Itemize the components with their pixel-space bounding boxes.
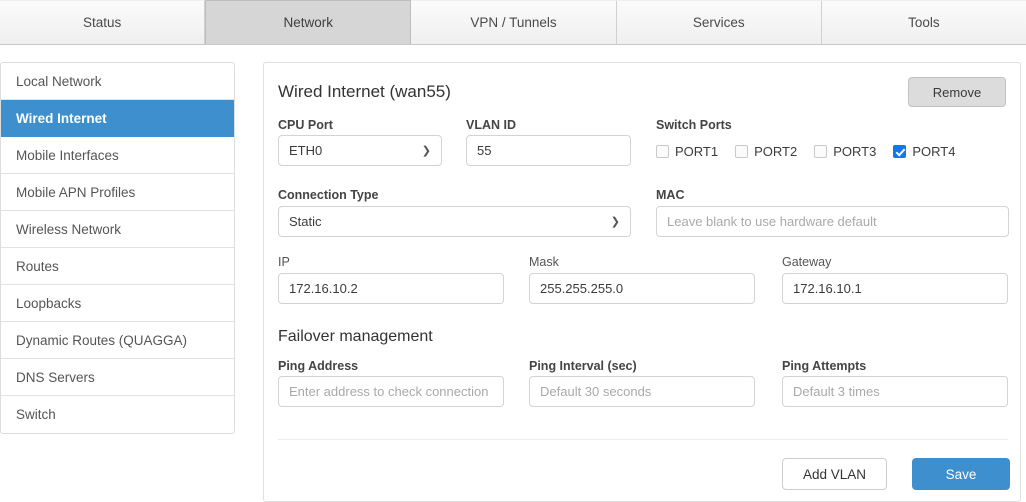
sidebar-item-wired-internet[interactable]: Wired Internet (1, 100, 234, 137)
connection-type-select-wrap: Static ❯ (278, 206, 631, 237)
switch-port-label: PORT4 (912, 144, 956, 159)
tab-status-label: Status (82, 15, 122, 30)
remove-button[interactable]: Remove (908, 77, 1006, 107)
ping-address-input[interactable] (278, 376, 504, 407)
tab-services-label: Services (692, 15, 745, 30)
tab-status[interactable]: Status (0, 0, 206, 44)
mac-label: MAC (656, 188, 685, 202)
tab-services[interactable]: Services (616, 0, 822, 44)
sidebar-item-loopbacks[interactable]: Loopbacks (1, 285, 234, 322)
sidebar-item-dynamic-routes-quagga[interactable]: Dynamic Routes (QUAGGA) (1, 322, 234, 359)
footer-divider (278, 439, 1008, 440)
sidebar-item-mobile-apn-profiles[interactable]: Mobile APN Profiles (1, 174, 234, 211)
wired-internet-panel: Wired Internet (wan55) Remove CPU Port E… (263, 62, 1021, 502)
vlan-id-label: VLAN ID (466, 118, 516, 132)
ip-label: IP (278, 255, 290, 269)
ping-interval-label: Ping Interval (sec) (529, 359, 637, 373)
cpu-port-select[interactable]: ETH0 (278, 135, 442, 166)
sidebar-item-label: Switch (16, 407, 56, 422)
tab-vpn-tunnels[interactable]: VPN / Tunnels (411, 0, 617, 44)
tab-vpn-tunnels-label: VPN / Tunnels (470, 15, 557, 30)
sidebar-item-mobile-interfaces[interactable]: Mobile Interfaces (1, 137, 234, 174)
switch-port-port3[interactable]: PORT3 (814, 144, 876, 159)
tab-tools[interactable]: Tools (821, 0, 1026, 44)
switch-port-label: PORT1 (675, 144, 719, 159)
ip-input[interactable] (278, 273, 504, 304)
sidebar-item-label: Mobile Interfaces (16, 147, 119, 163)
main-tab-bar: Status Network VPN / Tunnels Services To… (0, 0, 1026, 45)
cpu-port-label: CPU Port (278, 118, 333, 132)
switch-ports-label: Switch Ports (656, 118, 732, 132)
sidebar-item-label: DNS Servers (16, 369, 95, 385)
mac-input[interactable] (656, 206, 1009, 237)
switch-ports-group: PORT1 PORT2 PORT3 PORT4 (656, 144, 955, 159)
checkbox-port1[interactable] (656, 145, 669, 158)
sidebar-item-label: Local Network (16, 73, 102, 89)
sidebar-item-label: Wireless Network (16, 221, 122, 237)
tab-tools-label: Tools (908, 15, 940, 30)
gateway-input[interactable] (782, 273, 1008, 304)
tab-network-label: Network (283, 15, 334, 30)
sidebar-item-label: Wired Internet (16, 110, 107, 126)
gateway-label: Gateway (782, 255, 832, 269)
sidebar-item-label: Dynamic Routes (QUAGGA) (16, 332, 188, 348)
sidebar-item-label: Mobile APN Profiles (16, 184, 136, 200)
ping-attempts-label: Ping Attempts (782, 359, 867, 373)
ping-interval-input[interactable] (529, 376, 755, 407)
add-vlan-button[interactable]: Add VLAN (782, 458, 887, 490)
checkbox-port3[interactable] (814, 145, 828, 158)
checkbox-port4[interactable] (893, 145, 907, 158)
switch-port-port4[interactable]: PORT4 (893, 144, 955, 159)
checkbox-port2[interactable] (735, 145, 749, 158)
tab-network[interactable]: Network (205, 0, 412, 44)
sidebar-item-wireless-network[interactable]: Wireless Network (1, 211, 234, 248)
connection-type-label: Connection Type (278, 188, 379, 202)
sidebar-item-routes[interactable]: Routes (1, 248, 234, 285)
switch-port-label: PORT2 (754, 144, 798, 159)
failover-section-title: Failover management (278, 328, 433, 345)
ping-attempts-input[interactable] (782, 376, 1008, 407)
page-title: Wired Internet (wan55) (278, 82, 451, 101)
sidebar-item-switch[interactable]: Switch (1, 396, 234, 433)
cpu-port-select-wrap: ETH0 ❯ (278, 135, 442, 166)
sidebar-item-local-network[interactable]: Local Network (1, 63, 234, 100)
sidebar-item-dns-servers[interactable]: DNS Servers (1, 359, 234, 396)
vlan-id-input[interactable] (466, 135, 631, 166)
connection-type-select[interactable]: Static (278, 206, 631, 237)
save-button[interactable]: Save (912, 458, 1010, 490)
sidebar-item-label: Loopbacks (16, 295, 82, 311)
sidebar-item-label: Routes (16, 258, 59, 274)
switch-port-port2[interactable]: PORT2 (735, 144, 797, 159)
ping-address-label: Ping Address (278, 359, 359, 373)
mask-label: Mask (529, 255, 559, 269)
switch-port-port1[interactable]: PORT1 (656, 144, 718, 159)
mask-input[interactable] (529, 273, 755, 304)
switch-port-label: PORT3 (833, 144, 877, 159)
sidebar-nav: Local Network Wired Internet Mobile Inte… (0, 62, 235, 434)
